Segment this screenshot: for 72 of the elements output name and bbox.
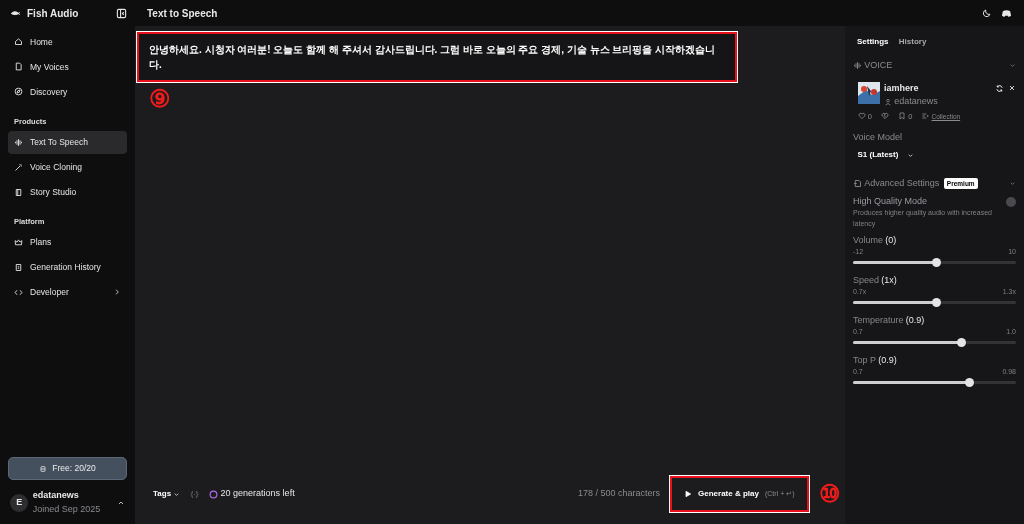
slider-thumb[interactable]: [956, 337, 966, 347]
home-icon: [14, 37, 23, 47]
model-select[interactable]: S1 (Latest): [853, 146, 919, 164]
nav-item[interactable]: Plans: [8, 231, 127, 254]
annotation-number: ⑨: [148, 86, 171, 111]
page-title: Text to Speech: [147, 6, 219, 21]
waveform-icon: [853, 61, 862, 71]
sidebar-toggle-icon: [116, 7, 127, 19]
bookmark-icon: [897, 112, 906, 121]
tags-button[interactable]: Tags: [153, 488, 181, 500]
braces-icon: [190, 489, 200, 499]
section-title: VOICE: [864, 59, 894, 72]
compass-icon: [14, 87, 23, 97]
slider-value: (0): [885, 233, 897, 247]
slider-label: Speed: [853, 273, 880, 287]
annotation-number: ⑩: [818, 482, 841, 506]
slider-label: Top P: [853, 353, 876, 367]
broken-heart-icon: [880, 112, 889, 121]
chevron-down-icon: [907, 151, 915, 159]
nav-item[interactable]: Text To Speech: [8, 130, 127, 154]
moon-icon: [982, 8, 992, 18]
nav-item[interactable]: Generation History: [8, 256, 127, 279]
slider-value: (1x): [881, 273, 897, 287]
text-input[interactable]: 안녕하세요. 시청자 여러분! 오늘도 함께 해 주셔서 감사드립니다. 그럼 바로 오늘의 주요 경제, 기술 뉴스 브리핑을 시작하겠습니다.: [137, 32, 737, 82]
progress-ring-icon: [209, 489, 219, 499]
book-icon: [14, 187, 23, 197]
nav-item[interactable]: Discovery: [8, 80, 127, 104]
coin-stack-icon: [39, 464, 48, 473]
voice-name: iamhere: [884, 81, 920, 95]
slider-track[interactable]: [853, 260, 1016, 264]
crown-icon: [14, 237, 23, 247]
join-date: Joined Sep 2025: [32, 502, 102, 516]
user-avatar: E: [10, 493, 29, 512]
document-icon: [14, 62, 23, 72]
slider-track[interactable]: [853, 300, 1016, 304]
nav-item[interactable]: Story Studio: [8, 180, 127, 204]
slider-value: (0.9): [878, 353, 897, 367]
character-count: 178 / 500 characters: [578, 487, 661, 501]
nav-item[interactable]: Home: [8, 30, 127, 54]
generations-count: 20 generations left: [220, 487, 295, 501]
slider-value: (0.9): [905, 313, 925, 327]
panel-tab[interactable]: Settings: [853, 34, 893, 50]
toggle-switch[interactable]: [1006, 196, 1016, 207]
user-name: edatanews: [32, 489, 80, 502]
slider-label: Temperature: [853, 313, 904, 327]
slider-thumb[interactable]: [932, 297, 942, 307]
slider-track[interactable]: [853, 380, 1016, 384]
slider-track[interactable]: [853, 340, 1016, 344]
magic-wand-icon: [14, 162, 23, 172]
discord-icon: [1001, 7, 1012, 19]
waveform-icon: [14, 137, 23, 147]
fish-logo-icon: [8, 8, 22, 18]
person-icon: [884, 97, 892, 106]
nav-item[interactable]: Developer: [8, 281, 127, 304]
voice-author: edatanews: [894, 95, 938, 108]
slider-label: Volume: [853, 233, 884, 247]
heart-icon: [857, 112, 866, 121]
code-icon: [14, 287, 23, 297]
field-label: Voice Model: [853, 131, 904, 144]
chevron-down-icon: [173, 490, 181, 498]
close-icon: [1008, 84, 1016, 93]
refresh-icon: [994, 83, 1004, 93]
app-name: Fish Audio: [27, 6, 79, 21]
panel-tab[interactable]: History: [894, 34, 931, 50]
plan-button[interactable]: Free: 20/20: [8, 457, 127, 480]
slider-thumb[interactable]: [964, 377, 974, 387]
nav-item[interactable]: Voice Cloning: [8, 155, 127, 179]
setting-label: High Quality Mode: [853, 194, 929, 208]
slider-thumb[interactable]: [932, 257, 942, 267]
nav-item[interactable]: My Voices: [8, 55, 127, 79]
play-icon: [684, 490, 693, 498]
section-title: Advanced Settings: [864, 176, 940, 190]
